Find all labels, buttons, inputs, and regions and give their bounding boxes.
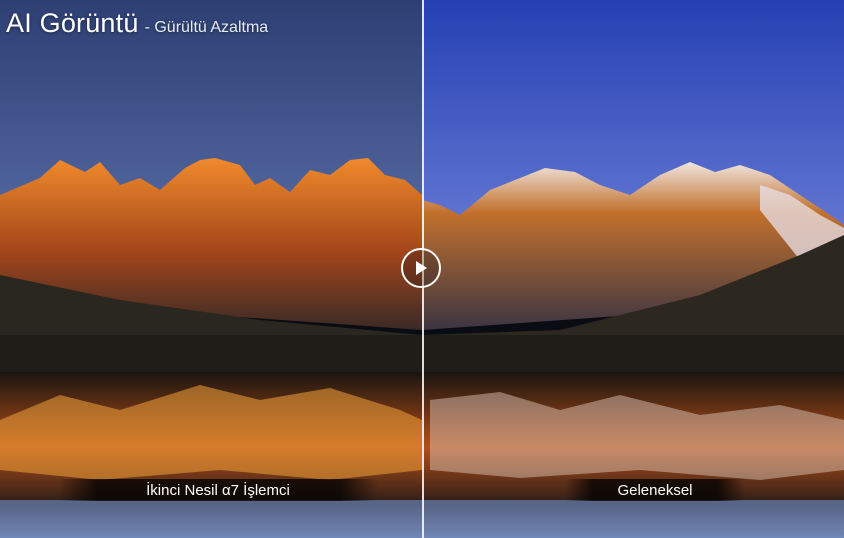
play-icon — [416, 261, 427, 275]
header-title-group: AI Görüntü - Gürültü Azaltma — [6, 8, 268, 39]
right-label-banner: Geleneksel — [565, 479, 745, 501]
left-label: İkinci Nesil α7 İşlemci — [146, 481, 290, 499]
page-subtitle: - Gürültü Azaltma — [144, 19, 269, 36]
left-label-banner: İkinci Nesil α7 İşlemci — [58, 479, 378, 501]
comparison-slider-handle[interactable] — [401, 248, 441, 288]
page-title: AI Görüntü — [6, 8, 139, 38]
right-label: Geleneksel — [617, 481, 693, 499]
